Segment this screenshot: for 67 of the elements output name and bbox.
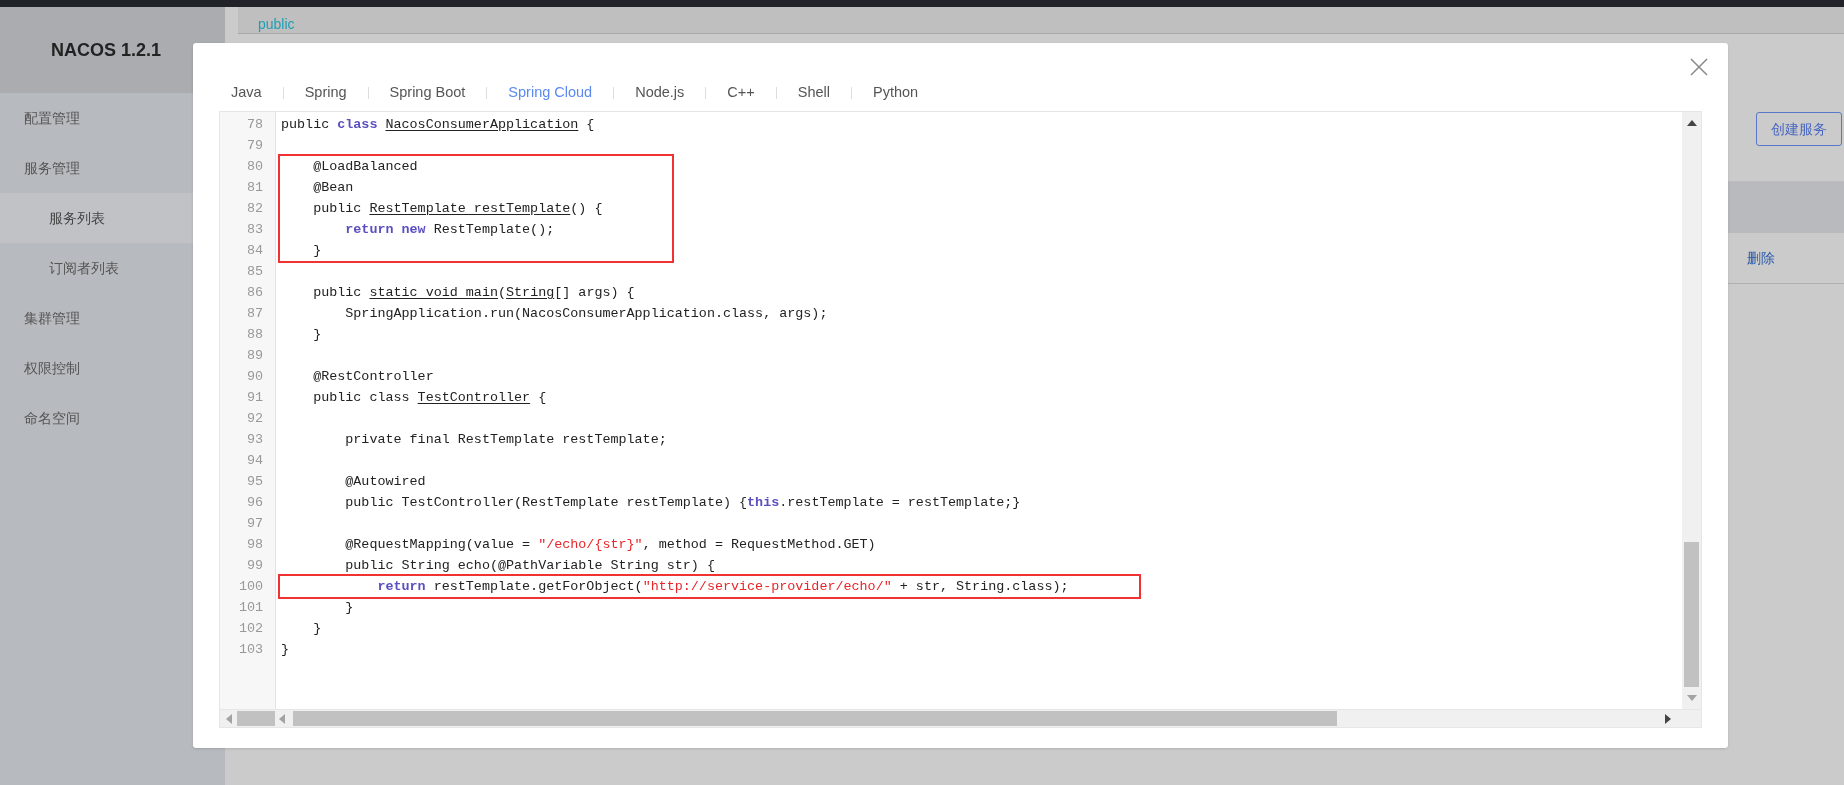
line-number: 87 (246, 305, 263, 323)
create-service-button[interactable]: 创建服务 (1756, 112, 1842, 146)
code-line: public class NacosConsumerApplication { (281, 116, 595, 134)
code-line: SpringApplication.run(NacosConsumerApplication.class, args); (344, 305, 828, 323)
code-line: } (344, 599, 354, 617)
vertical-scrollbar[interactable] (1682, 112, 1701, 709)
line-number: 82 (246, 200, 263, 218)
horizontal-scrollbar[interactable] (220, 709, 1701, 727)
scroll-left-icon[interactable] (279, 713, 285, 724)
code-line: public class TestController { (312, 389, 547, 407)
code-line: public TestController(RestTemplate restTemplate) {this.restTemplate = restTemplate;} (344, 494, 1021, 512)
line-number: 88 (246, 326, 263, 344)
language-tab[interactable]: Python (873, 81, 919, 104)
line-number: 101 (238, 599, 263, 617)
line-number: 102 (238, 620, 263, 638)
scrollbar-thumb[interactable] (293, 711, 1337, 726)
line-number: 86 (246, 284, 263, 302)
line-number: 96 (246, 494, 263, 512)
line-number: 79 (246, 137, 263, 155)
line-number: 91 (246, 389, 263, 407)
code-line: return new RestTemplate(); (344, 221, 555, 239)
close-icon[interactable] (1689, 57, 1709, 77)
line-number: 80 (246, 158, 263, 176)
delete-link[interactable]: 删除 (1747, 247, 1775, 269)
language-tab[interactable]: Spring Cloud (508, 81, 593, 104)
code-line: @LoadBalanced (312, 158, 418, 176)
code-line: public static void main(String[] args) { (312, 284, 635, 302)
line-number: 95 (246, 473, 263, 491)
line-number: 100 (238, 578, 263, 596)
line-number: 93 (246, 431, 263, 449)
code-line: public String echo(@PathVariable String str) { (344, 557, 715, 575)
language-tab[interactable]: Spring Boot (389, 81, 466, 104)
line-number: 89 (246, 347, 263, 365)
line-number: 90 (246, 368, 263, 386)
line-number: 97 (246, 515, 263, 533)
line-number: 103 (238, 641, 263, 659)
line-number: 78 (246, 116, 263, 134)
line-number: 94 (246, 452, 263, 470)
language-tab[interactable]: Node.js (635, 81, 685, 104)
code-line: } (281, 641, 290, 659)
code-line: return restTemplate.getForObject("http://service-provider/echo/" + str, String.class); (376, 578, 1069, 596)
line-number: 84 (246, 242, 263, 260)
code-line: @Autowired (344, 473, 426, 491)
code-line: @RestController (312, 368, 434, 386)
line-number: 83 (246, 221, 263, 239)
code-line: } (312, 326, 322, 344)
line-number: 92 (246, 410, 263, 428)
code-line: } (312, 242, 322, 260)
code-line: public RestTemplate restTemplate() { (312, 200, 603, 218)
language-tab[interactable]: Shell (797, 81, 830, 104)
line-number: 81 (246, 179, 263, 197)
code-line: @RequestMapping(value = "/echo/{str}", method = RequestMethod.GET) (344, 536, 876, 554)
scroll-down-icon[interactable] (1686, 695, 1697, 701)
line-number: 99 (246, 557, 263, 575)
scroll-right-icon[interactable] (1665, 713, 1671, 724)
scrollbar-thumb[interactable] (1684, 542, 1699, 687)
line-number: 98 (246, 536, 263, 554)
scroll-up-icon[interactable] (1686, 120, 1697, 126)
app-title: NACOS 1.2.1 (51, 38, 162, 62)
language-tab[interactable]: C++ (727, 81, 755, 104)
scrollbar-segment (237, 711, 275, 726)
code-line: @Bean (312, 179, 354, 197)
language-tab[interactable]: Java (231, 81, 262, 104)
code-line: private final RestTemplate restTemplate; (344, 431, 667, 449)
code-line: } (312, 620, 322, 638)
language-tab[interactable]: Spring (304, 81, 347, 104)
line-number: 85 (246, 263, 263, 281)
